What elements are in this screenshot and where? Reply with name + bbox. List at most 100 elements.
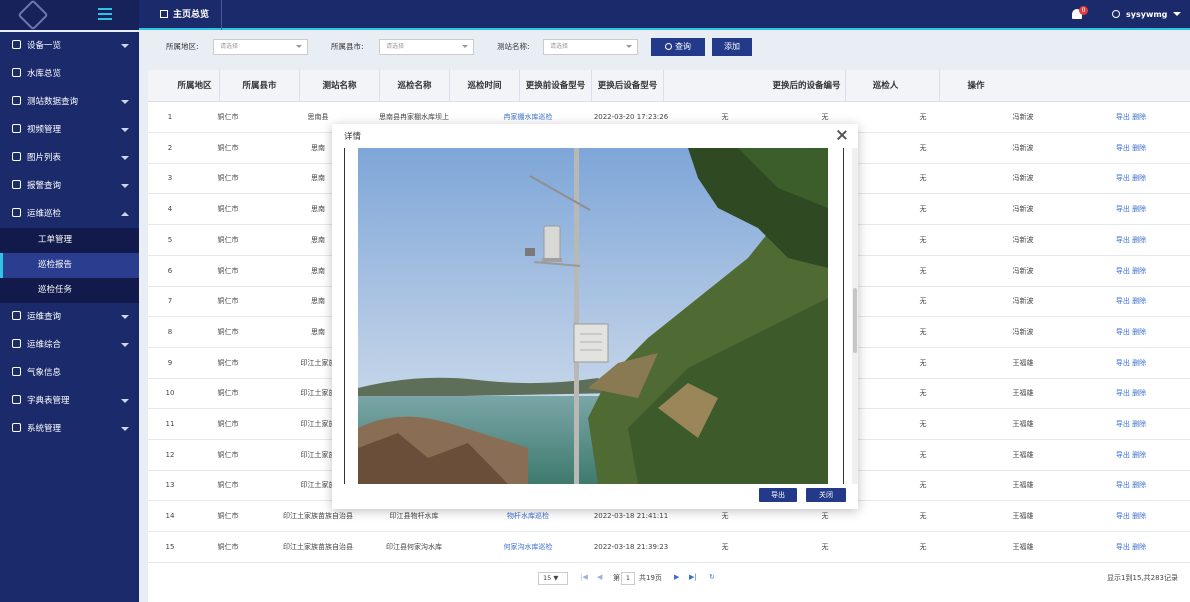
export-link[interactable]: 导出: [1116, 420, 1130, 428]
chevron-down-icon: [121, 399, 129, 403]
table-cell-name[interactable]: 何家沟水库巡检: [478, 532, 578, 562]
delete-link[interactable]: 删除: [1132, 512, 1146, 520]
table-header-cell: 巡检时间: [450, 70, 520, 102]
delete-link[interactable]: 删除: [1132, 297, 1146, 305]
delete-link[interactable]: 删除: [1132, 236, 1146, 244]
modal-scrollbar[interactable]: [852, 148, 858, 484]
export-link[interactable]: 导出: [1116, 359, 1130, 367]
table-cell-region: 铜仁市: [217, 235, 239, 244]
chevron-down-icon: [121, 44, 129, 48]
sidebar-item[interactable]: 字典表管理: [0, 387, 139, 415]
export-link[interactable]: 导出: [1116, 205, 1130, 213]
logo-area: [0, 0, 139, 31]
station-select[interactable]: 请选择: [543, 39, 638, 55]
county-label: 所属县市:: [331, 42, 364, 51]
chevron-down-icon: [121, 427, 129, 431]
table-cell-code: 无: [919, 420, 927, 428]
table-cell-person: 王福雄: [1012, 450, 1034, 459]
export-link[interactable]: 导出: [1116, 543, 1130, 551]
sidebar-item-icon: [12, 180, 21, 189]
export-link[interactable]: 导出: [1116, 236, 1130, 244]
delete-link[interactable]: 删除: [1132, 113, 1146, 121]
export-link[interactable]: 导出: [1116, 389, 1130, 397]
query-button[interactable]: 查询: [651, 38, 705, 56]
sidebar-item-icon: [12, 124, 21, 133]
delete-link[interactable]: 删除: [1132, 420, 1146, 428]
table-header-cell: 所属县市: [220, 70, 300, 102]
delete-link[interactable]: 删除: [1132, 174, 1146, 182]
delete-link[interactable]: 删除: [1132, 267, 1146, 275]
export-link[interactable]: 导出: [1116, 512, 1130, 520]
menu-toggle-icon[interactable]: [98, 8, 112, 20]
add-button[interactable]: 添加: [712, 38, 752, 56]
sidebar-item[interactable]: 系统管理: [0, 415, 139, 443]
sidebar-item[interactable]: 运维查询: [0, 303, 139, 331]
tab-home[interactable]: 主页总览: [160, 0, 223, 30]
user-menu[interactable]: sysywmg: [1112, 0, 1182, 30]
inspection-photo-image: [358, 148, 828, 484]
first-page-icon[interactable]: |◀: [580, 573, 588, 581]
delete-link[interactable]: 删除: [1132, 389, 1146, 397]
table-header-cell: 测站名称: [300, 70, 380, 102]
delete-link[interactable]: 删除: [1132, 328, 1146, 336]
delete-link[interactable]: 删除: [1132, 359, 1146, 367]
sidebar-item[interactable]: 气象信息: [0, 359, 139, 387]
sidebar-item-icon: [12, 311, 21, 320]
delete-link[interactable]: 删除: [1132, 205, 1146, 213]
sidebar: 设备一览 水库总览测站数据查询视频管理 图片列表 报警查询 运维巡检 工单管理 巡检报告 巡检…: [0, 32, 139, 602]
county-select[interactable]: 请选择: [379, 39, 474, 55]
modal-close-button[interactable]: 关闭: [806, 488, 846, 502]
delete-link[interactable]: 删除: [1132, 481, 1146, 489]
next-page-icon[interactable]: ▶: [674, 573, 679, 581]
sidebar-item[interactable]: 运维综合: [0, 331, 139, 359]
export-link[interactable]: 导出: [1116, 451, 1130, 459]
sidebar-item-icon: [12, 339, 21, 348]
close-icon[interactable]: [836, 129, 848, 141]
sidebar-item[interactable]: 视频管理: [0, 116, 139, 144]
sidebar-item[interactable]: 水库总览: [0, 60, 139, 88]
modal-scrollbar-thumb[interactable]: [853, 288, 857, 353]
sidebar-item-label: 气象信息: [27, 368, 62, 378]
export-link[interactable]: 导出: [1116, 328, 1130, 336]
sidebar-item-icon: [12, 96, 21, 105]
row-actions: 导出 删除: [1088, 532, 1174, 562]
sidebar-subitem[interactable]: 巡检报告: [0, 253, 139, 278]
sidebar-subitem[interactable]: 巡检任务: [0, 278, 139, 303]
sidebar-item-icon: [12, 68, 21, 77]
page-input[interactable]: 1: [621, 572, 635, 585]
export-link[interactable]: 导出: [1116, 144, 1130, 152]
region-select[interactable]: 请选择: [213, 39, 308, 55]
delete-link[interactable]: 删除: [1132, 144, 1146, 152]
last-page-icon[interactable]: ▶|: [689, 573, 697, 581]
row-actions: 导出 删除: [1088, 440, 1174, 470]
sidebar-subitem[interactable]: 工单管理: [0, 228, 139, 253]
row-actions: 导出 删除: [1088, 409, 1174, 439]
export-link[interactable]: 导出: [1116, 267, 1130, 275]
sidebar-item[interactable]: 测站数据查询: [0, 88, 139, 116]
table-cell-code: 无: [919, 266, 927, 275]
inspection-photo: [358, 148, 828, 484]
export-link[interactable]: 导出: [1116, 113, 1130, 121]
notification-bell-icon[interactable]: 0: [1070, 6, 1088, 22]
sidebar-item[interactable]: 报警查询: [0, 172, 139, 200]
chevron-down-icon: [462, 45, 468, 48]
page-size-select[interactable]: 15 ▼: [538, 572, 568, 585]
sidebar-item[interactable]: 图片列表: [0, 144, 139, 172]
delete-link[interactable]: 删除: [1132, 451, 1146, 459]
prev-page-icon[interactable]: ◀: [597, 573, 602, 581]
export-link[interactable]: 导出: [1116, 174, 1130, 182]
export-link[interactable]: 导出: [1116, 481, 1130, 489]
refresh-icon[interactable]: ↻: [709, 573, 715, 581]
modal-export-button[interactable]: 导出: [759, 488, 797, 502]
sidebar-item[interactable]: 设备一览: [0, 32, 139, 60]
chevron-down-icon: [121, 156, 129, 160]
export-link[interactable]: 导出: [1116, 297, 1130, 305]
sidebar-item[interactable]: 运维巡检: [0, 200, 139, 228]
table-header-cell: 巡检名称: [380, 70, 450, 102]
top-bar: 主页总览 0 sysywmg: [0, 0, 1190, 31]
delete-link[interactable]: 删除: [1132, 543, 1146, 551]
logo-icon: [17, 0, 49, 31]
table-cell-region: 铜仁市: [217, 450, 239, 459]
table-cell-person: 王福雄: [1012, 389, 1034, 398]
sidebar-item-label: 测站数据查询: [27, 97, 79, 107]
